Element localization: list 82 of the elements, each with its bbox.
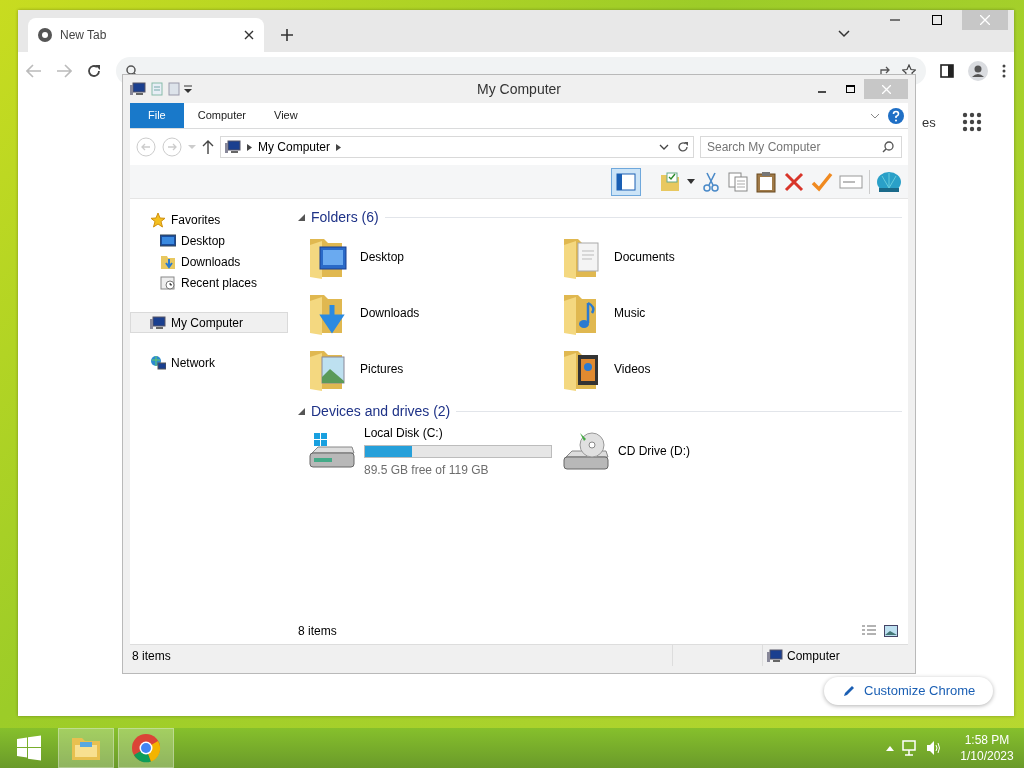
scissors-icon[interactable] [701,170,721,193]
maximize-icon [845,85,855,93]
group-header[interactable]: Folders (6) [311,206,379,228]
download-folder-icon [160,253,176,270]
apps-grid-icon[interactable] [962,112,982,132]
close-icon [881,84,891,94]
side-panel-icon[interactable] [940,64,954,78]
computer-icon [767,648,783,663]
dropdown-caret-icon[interactable] [687,179,695,184]
checkmark-icon[interactable] [811,170,833,193]
folder-icon [71,735,101,761]
browser-tab[interactable]: New Tab [28,18,264,52]
chrome-taskbar-button[interactable] [118,728,174,768]
network-icon [150,354,166,371]
nav-item[interactable]: My Computer [130,312,288,333]
ribbon-tab[interactable]: Computer [183,103,261,128]
folder-name[interactable]: Documents [614,248,675,266]
folder-name[interactable]: Videos [614,360,651,378]
folder-name[interactable]: Desktop [360,248,405,266]
free-space-label: 89.5 GB free of 119 GB [364,461,490,479]
folder-name[interactable]: Pictures [360,360,404,378]
computer-icon [225,140,241,154]
windows-logo-icon [16,735,42,761]
folder-name[interactable]: Music [614,304,646,322]
computer-icon [150,315,166,330]
menu-icon[interactable] [1002,64,1006,78]
profile-avatar-icon[interactable] [968,61,988,81]
folder-check-icon[interactable] [659,170,681,193]
show-hidden-icons-icon[interactable] [886,745,894,751]
expand-ribbon-icon[interactable] [870,112,880,119]
status-location: Computer [763,646,840,665]
customize-chrome-button[interactable]: Customize Chrome [824,677,994,705]
drive-name[interactable]: CD Drive (D:) [618,442,690,460]
search-icon [882,141,894,153]
item-count: 8 items [298,623,337,640]
large-icons-view-icon[interactable] [884,625,898,637]
star-icon [150,211,166,228]
nav-item[interactable]: Network [130,352,288,373]
drive-tile[interactable]: Local Disk (C:) 89.5 GB free of 119 GB [364,423,552,479]
search-field[interactable]: Search My Computer [700,136,902,158]
collapse-icon[interactable] [298,407,305,415]
cd-drive-icon [562,431,610,471]
maximize-icon [932,15,942,25]
ribbon-tab[interactable]: File [130,103,184,128]
recent-places-icon [160,274,176,291]
collapse-icon[interactable] [298,213,305,221]
dropdown-caret-icon[interactable] [184,85,192,93]
reload-icon[interactable] [86,63,102,79]
nav-item[interactable]: Favorites [130,209,288,230]
nav-item[interactable]: Recent places [130,272,288,293]
chrome-icon [38,28,52,42]
clipboard-icon[interactable] [755,170,777,193]
desktop-icon [160,233,176,248]
computer-icon [130,82,146,96]
network-icon[interactable] [902,740,918,756]
chevron-right-icon [336,143,342,151]
window-title: My Computer [477,79,561,99]
shortcut-label[interactable]: es [922,113,936,133]
refresh-icon[interactable] [677,141,689,153]
shell-icon[interactable] [876,169,902,194]
chevron-right-icon [247,143,252,151]
preview-pane-icon[interactable] [611,167,641,196]
address-field[interactable]: My Computer [220,136,694,158]
chevron-down-icon[interactable] [659,144,669,150]
volume-icon[interactable] [926,740,942,756]
hard-drive-icon [308,431,356,471]
close-icon [980,15,990,25]
close-icon[interactable] [244,30,254,40]
new-tab-icon[interactable] [280,28,294,42]
help-icon[interactable] [888,107,904,124]
group-header[interactable]: Devices and drives (2) [311,400,451,422]
delete-icon[interactable] [783,170,805,193]
nav-item[interactable]: Downloads [130,251,288,272]
pencil-icon [842,684,856,698]
up-arrow-icon[interactable] [202,140,214,154]
search-icon [126,65,138,77]
chevron-down-icon[interactable] [838,30,850,38]
chrome-icon [131,733,161,763]
status-item-count: 8 items [130,645,673,666]
folder-name[interactable]: Downloads [360,304,420,322]
ribbon-tab[interactable]: View [260,103,312,128]
nav-item[interactable]: Desktop [130,230,288,251]
